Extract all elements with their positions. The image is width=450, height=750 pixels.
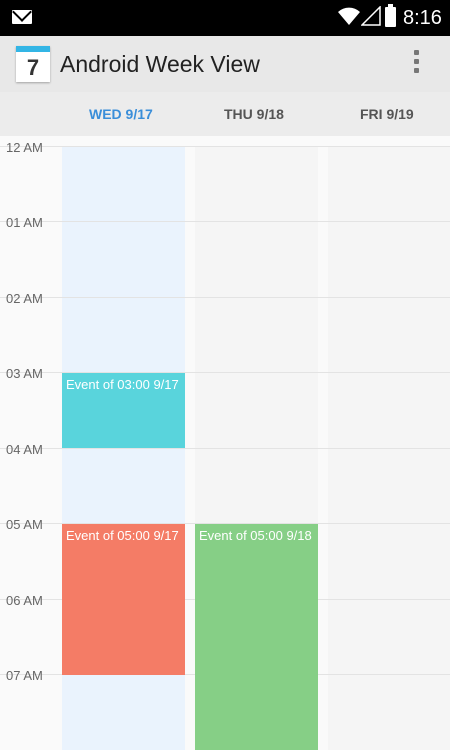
app-title: Android Week View	[60, 51, 260, 77]
event-block[interactable]: Event of 03:00 9/17	[62, 373, 185, 448]
hour-label: 02 AM	[6, 291, 43, 306]
battery-icon	[385, 4, 396, 27]
day-header-fri[interactable]: FRI 9/19	[360, 106, 414, 122]
hour-label: 12 AM	[6, 140, 43, 155]
wifi-icon	[338, 7, 360, 25]
more-vert-icon[interactable]	[410, 50, 422, 78]
week-grid[interactable]: 12 AM 01 AM 02 AM 03 AM 04 AM 05 AM 06 A…	[0, 136, 450, 750]
day-header-wed[interactable]: WED 9/17	[89, 106, 153, 122]
hour-label: 01 AM	[6, 215, 43, 230]
hour-line	[0, 221, 450, 222]
calendar-icon-number: 7	[26, 55, 40, 80]
action-bar: 7 Android Week View	[0, 36, 450, 92]
hour-line	[0, 297, 450, 298]
event-block[interactable]: Event of 05:00 9/17	[62, 524, 185, 675]
hour-line	[0, 146, 450, 147]
status-time: 8:16	[403, 7, 442, 29]
mail-icon	[12, 10, 32, 24]
calendar-icon: 7	[16, 46, 50, 82]
signal-icon	[361, 6, 381, 26]
hour-label: 04 AM	[6, 442, 43, 457]
event-block[interactable]: Event of 05:00 9/18	[195, 524, 318, 750]
hour-line	[0, 448, 450, 449]
hour-label: 03 AM	[6, 366, 43, 381]
hour-label: 05 AM	[6, 517, 43, 532]
hour-label: 07 AM	[6, 668, 43, 683]
status-bar: 8:16	[0, 0, 450, 36]
day-header-thu[interactable]: THU 9/18	[224, 106, 284, 122]
hour-label: 06 AM	[6, 593, 43, 608]
day-header-row: WED 9/17 THU 9/18 FRI 9/19	[0, 92, 450, 136]
